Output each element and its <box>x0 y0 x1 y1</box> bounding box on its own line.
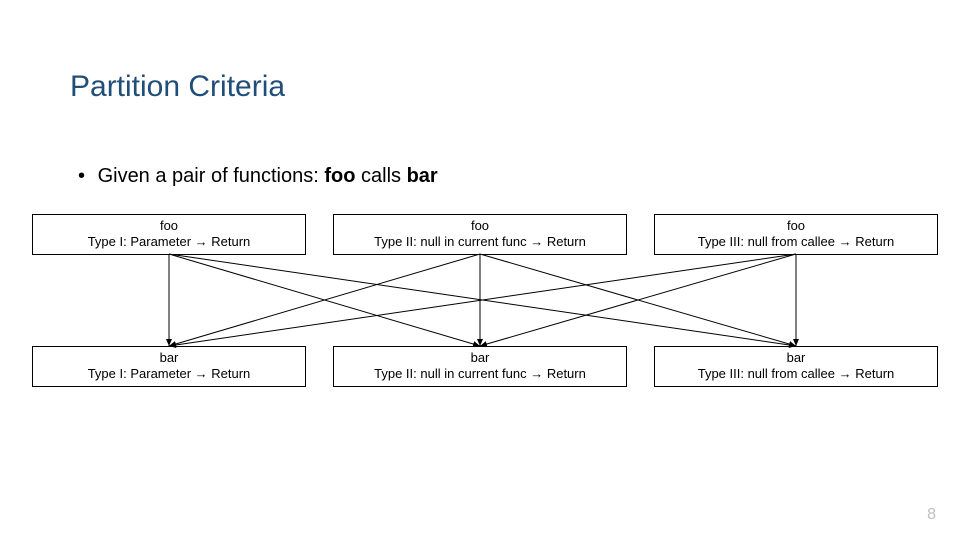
arrow-icon: → <box>839 234 852 249</box>
bullet-prefix: Given a pair of functions: <box>98 165 325 187</box>
desc-pre: Type III: null from callee <box>698 234 839 249</box>
box-desc: Type II: null in current func → Return <box>336 234 624 250</box>
desc-post: Return <box>852 366 895 381</box>
bullet-line: • Given a pair of functions: foo calls b… <box>78 165 438 188</box>
box-desc: Type III: null from callee → Return <box>657 366 935 382</box>
box-foo-type2: foo Type II: null in current func → Retu… <box>333 214 627 255</box>
bullet-middle: calls <box>355 165 406 187</box>
box-bar-type3: bar Type III: null from callee → Return <box>654 346 938 387</box>
arrow-icon: → <box>839 366 852 381</box>
bullet-foo: foo <box>324 165 355 187</box>
desc-post: Return <box>543 366 586 381</box>
box-fn-label: bar <box>336 350 624 366</box>
box-desc: Type I: Parameter → Return <box>35 234 303 250</box>
arrow-icon: → <box>195 366 208 381</box>
desc-post: Return <box>208 366 251 381</box>
box-desc: Type I: Parameter → Return <box>35 366 303 382</box>
box-fn-label: bar <box>657 350 935 366</box>
arrow-icon: → <box>195 234 208 249</box>
bullet-bar: bar <box>407 165 438 187</box>
box-fn-label: foo <box>35 218 303 234</box>
arrow-icon: → <box>530 366 543 381</box>
arrow-icon: → <box>530 234 543 249</box>
box-foo-type1: foo Type I: Parameter → Return <box>32 214 306 255</box>
box-bar-type1: bar Type I: Parameter → Return <box>32 346 306 387</box>
desc-post: Return <box>852 234 895 249</box>
box-bar-type2: bar Type II: null in current func → Retu… <box>333 346 627 387</box>
box-fn-label: bar <box>35 350 303 366</box>
bullet-dot: • <box>78 165 92 188</box>
desc-pre: Type II: null in current func <box>374 366 530 381</box>
desc-post: Return <box>208 234 251 249</box>
slide-title: Partition Criteria <box>70 70 285 104</box>
page-number: 8 <box>927 506 936 524</box>
desc-pre: Type I: Parameter <box>88 366 195 381</box>
desc-pre: Type II: null in current func <box>374 234 530 249</box>
box-fn-label: foo <box>657 218 935 234</box>
box-fn-label: foo <box>336 218 624 234</box>
desc-pre: Type I: Parameter <box>88 234 195 249</box>
box-desc: Type III: null from callee → Return <box>657 234 935 250</box>
desc-post: Return <box>543 234 586 249</box>
box-desc: Type II: null in current func → Return <box>336 366 624 382</box>
box-foo-type3: foo Type III: null from callee → Return <box>654 214 938 255</box>
desc-pre: Type III: null from callee <box>698 366 839 381</box>
